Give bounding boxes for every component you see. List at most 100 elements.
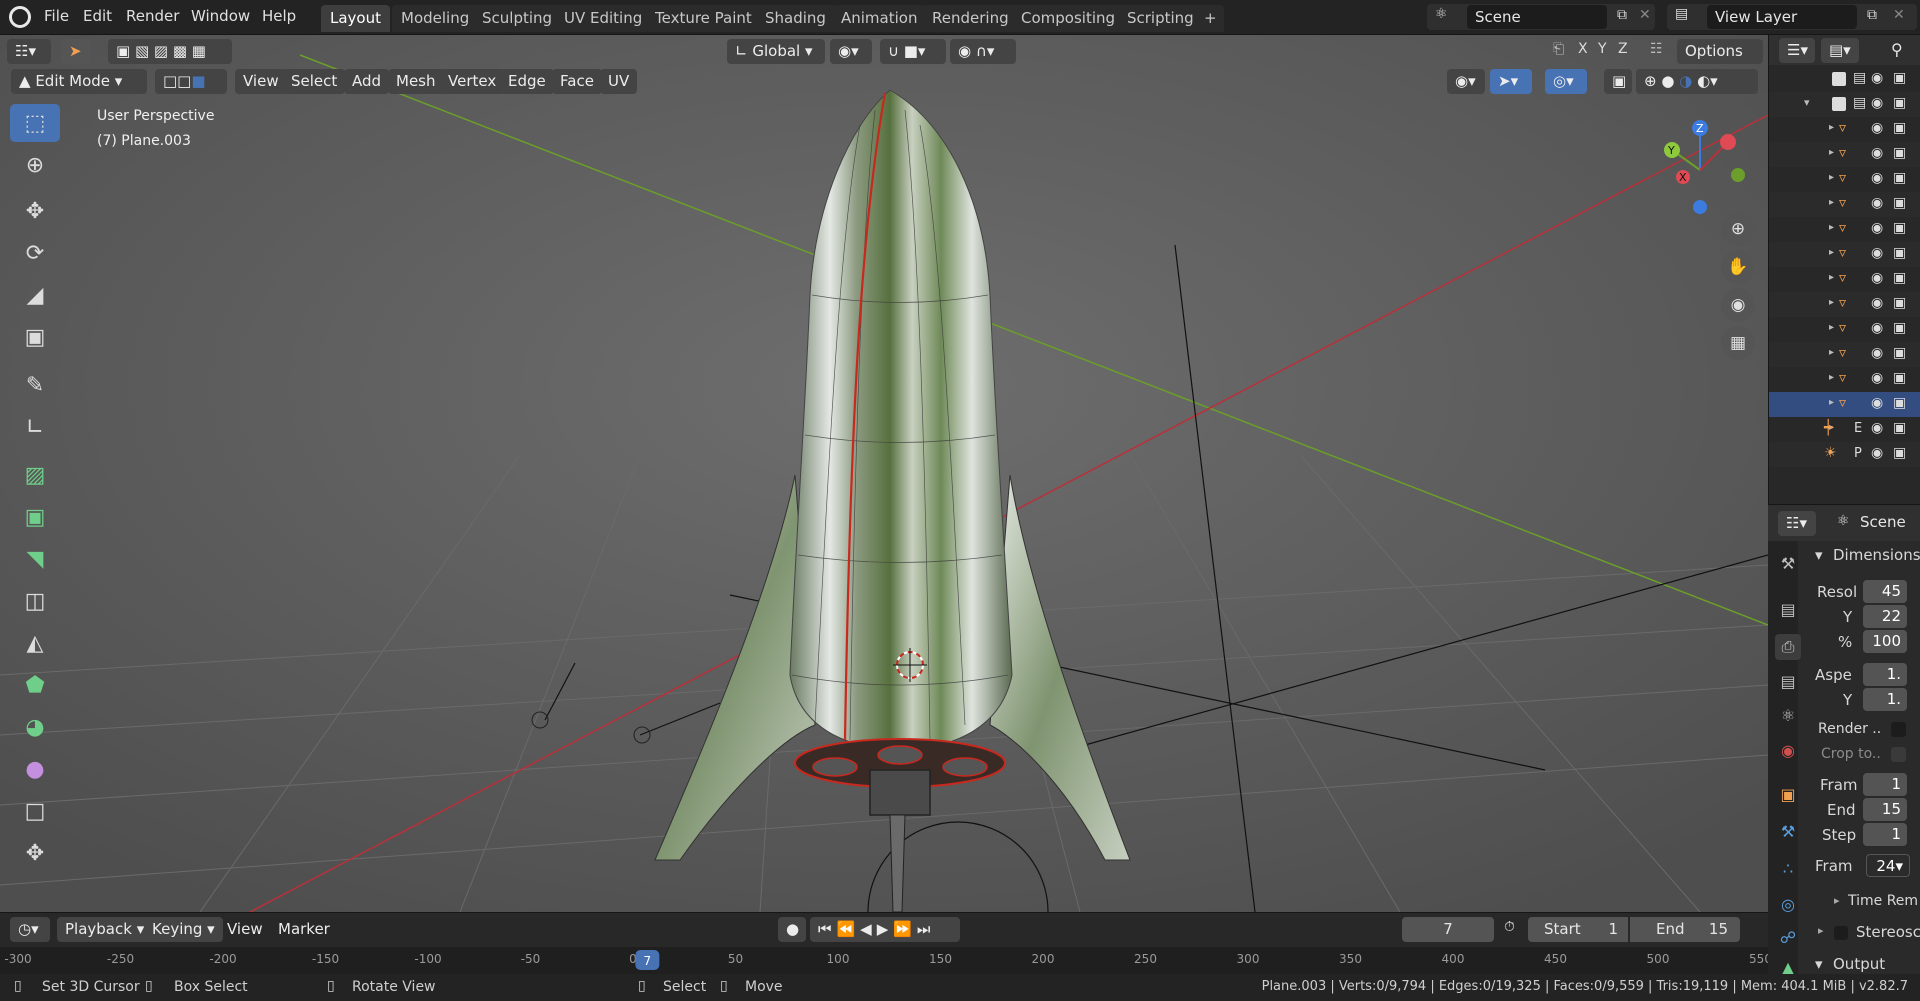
gizmo-y-neg-icon[interactable]: [1731, 168, 1745, 182]
modifier-tab[interactable]: ⚒: [1775, 819, 1801, 845]
options-dropdown[interactable]: Options ▾: [1677, 39, 1763, 85]
menu-select[interactable]: Select: [283, 69, 346, 94]
camera-icon[interactable]: ▣: [1893, 295, 1906, 311]
camera-icon[interactable]: ▣: [1893, 270, 1906, 286]
chevron-right-icon[interactable]: ▸: [1818, 924, 1824, 937]
camera-icon[interactable]: ▣: [1893, 220, 1906, 236]
chevron-right-icon[interactable]: ▸: [1834, 894, 1840, 907]
camera-icon[interactable]: ▣: [1893, 170, 1906, 186]
scene-name-field[interactable]: Scene: [1467, 5, 1607, 29]
start-frame-field[interactable]: Start 1: [1528, 917, 1628, 942]
camera-icon[interactable]: ▣: [1893, 345, 1906, 361]
ortho-toggle-button[interactable]: ▦: [1721, 326, 1755, 360]
constraints-tab[interactable]: ☍: [1775, 925, 1801, 951]
menu-view[interactable]: View: [235, 69, 287, 94]
outliner-row[interactable]: ▸ ▿ ◉ ▣: [1769, 167, 1920, 192]
outliner-editor-type[interactable]: ☰▾: [1779, 38, 1815, 63]
frame-step-field[interactable]: 1: [1863, 823, 1907, 846]
outliner-row[interactable]: ▤ ◉ ▣: [1769, 67, 1920, 92]
new-view-layer-icon[interactable]: ⧉: [1867, 7, 1877, 23]
camera-icon[interactable]: ▣: [1893, 320, 1906, 336]
extrude-tool[interactable]: ▨: [10, 456, 60, 494]
scale-tool[interactable]: ◢: [10, 276, 60, 314]
tab-animation[interactable]: Animation: [832, 5, 927, 32]
gizmo-x-pos-icon[interactable]: [1720, 134, 1736, 150]
gizmo-toggle[interactable]: ➤▾: [1490, 69, 1532, 94]
poly-build-tool[interactable]: ⬟: [10, 666, 60, 704]
menu-uv[interactable]: UV: [600, 69, 638, 94]
move-tool[interactable]: ✥: [10, 192, 60, 230]
chevron-down-icon[interactable]: ▾: [1815, 546, 1823, 564]
render-tab[interactable]: ▤: [1775, 597, 1801, 623]
record-button[interactable]: ●: [778, 917, 806, 942]
menu-edge[interactable]: Edge: [500, 69, 554, 94]
edge-slide-tool[interactable]: □: [10, 792, 60, 830]
expand-arrow-icon[interactable]: ▸: [1829, 272, 1834, 283]
collection-checkbox[interactable]: [1832, 72, 1846, 86]
outliner-row[interactable]: ▸ ▿ ◉ ▣: [1769, 342, 1920, 367]
search-icon[interactable]: ⚲: [1891, 40, 1903, 59]
menu-face[interactable]: Face: [552, 69, 602, 94]
expand-arrow-icon[interactable]: ▸: [1829, 172, 1834, 183]
mode-dropdown[interactable]: ▲ Edit Mode ▾: [11, 69, 147, 94]
tool-icon-button[interactable]: ➤: [61, 39, 91, 64]
dimensions-panel-title[interactable]: Dimensions: [1833, 546, 1920, 564]
display-mode-dropdown[interactable]: ▤▾: [1821, 38, 1859, 63]
camera-icon[interactable]: ▣: [1893, 95, 1906, 111]
editor-type-menu[interactable]: ☷▾: [7, 39, 51, 64]
transform-tool[interactable]: ▣: [10, 318, 60, 356]
expand-arrow-icon[interactable]: ▸: [1829, 322, 1834, 333]
mirror-axis-y[interactable]: Y: [1598, 41, 1607, 57]
resolution-x-field[interactable]: 45: [1863, 580, 1907, 603]
proportional-editing-controls[interactable]: ◉ ∩▾: [950, 39, 1016, 64]
tab-layout[interactable]: Layout: [321, 5, 390, 32]
menu-render[interactable]: Render: [126, 0, 179, 33]
frame-rate-dropdown[interactable]: 24▾: [1866, 854, 1910, 877]
loop-cut-tool[interactable]: ◫: [10, 582, 60, 620]
expand-arrow-icon[interactable]: ▸: [1829, 197, 1834, 208]
tab-shading[interactable]: Shading: [756, 5, 835, 32]
view-layer-tab[interactable]: ▤: [1775, 669, 1801, 695]
auto-merge-icon[interactable]: ☷: [1650, 41, 1663, 57]
properties-editor-type[interactable]: ☷▾: [1778, 511, 1816, 536]
blender-logo-icon[interactable]: [9, 6, 31, 28]
outliner-row[interactable]: ▸ ▿ ◉ ▣: [1769, 267, 1920, 292]
menu-add[interactable]: Add: [344, 69, 390, 94]
tool-tab[interactable]: ⚒: [1775, 551, 1801, 577]
menu-window[interactable]: Window: [191, 0, 250, 33]
xray-toggle[interactable]: ▣: [1604, 69, 1632, 94]
menu-vertex[interactable]: Vertex: [440, 69, 505, 94]
expand-arrow-icon[interactable]: ▸: [1829, 122, 1834, 133]
tab-modeling[interactable]: Modeling: [392, 5, 479, 32]
output-panel-title[interactable]: Output: [1833, 955, 1885, 973]
eye-icon[interactable]: ◉: [1871, 195, 1883, 211]
annotate-tool[interactable]: ✎: [10, 366, 60, 404]
mirror-icon[interactable]: ⎗: [1553, 41, 1564, 57]
expand-arrow-icon[interactable]: ▾: [1804, 96, 1810, 109]
end-frame-field[interactable]: End 15: [1630, 917, 1740, 942]
tab-compositing[interactable]: Compositing: [1012, 5, 1125, 32]
visibility-dropdown[interactable]: ◉▾: [1447, 69, 1485, 94]
frame-end-field[interactable]: 15: [1863, 798, 1907, 821]
camera-icon[interactable]: ▣: [1893, 195, 1906, 211]
tab-uv-editing[interactable]: UV Editing: [555, 5, 652, 32]
camera-icon[interactable]: ▣: [1893, 145, 1906, 161]
view-layer-field[interactable]: View Layer: [1707, 5, 1857, 29]
current-frame-field[interactable]: 7: [1402, 917, 1494, 942]
resolution-y-field[interactable]: 22: [1863, 605, 1907, 628]
expand-arrow-icon[interactable]: ▸: [1829, 222, 1834, 233]
close-icon[interactable]: ✕: [1893, 7, 1905, 23]
camera-icon[interactable]: ▣: [1893, 370, 1906, 386]
eye-icon[interactable]: ◉: [1871, 395, 1883, 411]
camera-view-button[interactable]: ◉: [1721, 288, 1755, 322]
camera-icon[interactable]: ▣: [1893, 445, 1906, 461]
eye-icon[interactable]: ◉: [1871, 270, 1883, 286]
outliner-row[interactable]: ▸ ▿ ◉ ▣: [1769, 192, 1920, 217]
overlays-toggle[interactable]: ◎▾: [1545, 69, 1587, 94]
expand-arrow-icon[interactable]: ▸: [1829, 297, 1834, 308]
camera-icon[interactable]: ▣: [1893, 120, 1906, 136]
3d-viewport[interactable]: ☷▾ ➤ ▣ ▧ ▨ ▩ ▦ ∟ Global ▾ ◉▾ ∪ ■▾ ◉ ∩▾ ⎗…: [0, 35, 1768, 912]
mirror-axis-x[interactable]: X: [1578, 41, 1588, 57]
eye-icon[interactable]: ◉: [1871, 220, 1883, 236]
outliner-row[interactable]: ▸ ☀ P ◉ ▣: [1769, 442, 1920, 467]
